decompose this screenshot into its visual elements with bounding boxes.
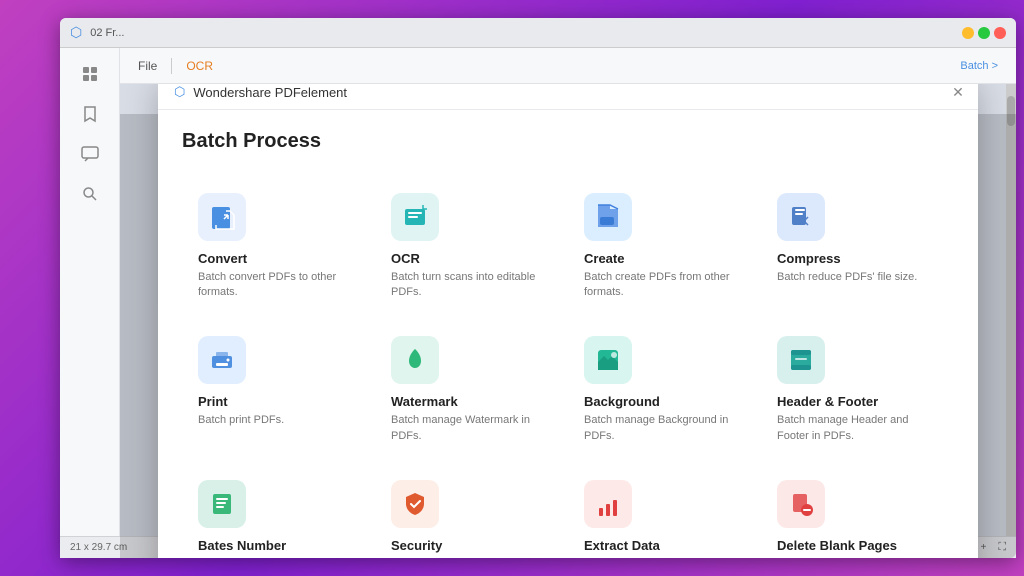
batch-icon-security xyxy=(391,480,439,528)
topbar-divider xyxy=(171,58,172,74)
batch-icon-watermark xyxy=(391,336,439,384)
sidebar xyxy=(60,48,120,558)
outer-window: ⬡ 02 Fr... xyxy=(60,18,1016,558)
batch-desc-delete-blank: Batch delete blank pages in PDFs. xyxy=(777,557,938,558)
dialog-app-icon: ⬡ xyxy=(174,84,185,100)
dialog-body: Batch Process Convert Batch convert PDFs… xyxy=(158,110,978,558)
batch-icon-extract-data xyxy=(584,480,632,528)
batch-desc-extract-data: Batch extract data from PDFs. xyxy=(584,557,745,558)
batch-process-dialog: ⬡ Wondershare PDFelement ✕ Batch Process xyxy=(158,84,978,558)
batch-title-delete-blank: Delete Blank Pages xyxy=(777,538,938,553)
batch-item-header-footer[interactable]: Header & Footer Batch manage Header and … xyxy=(761,320,954,464)
batch-icon-delete-blank xyxy=(777,480,825,528)
batch-icon-ocr xyxy=(391,193,439,241)
batch-desc-compress: Batch reduce PDFs' file size. xyxy=(777,270,938,285)
dialog-title: Wondershare PDFelement xyxy=(193,85,347,100)
sidebar-item-bookmark[interactable] xyxy=(72,96,108,132)
batch-desc-bates-number: Batch manage Bates Number in PDFs. xyxy=(198,557,359,558)
dialog-titlebar: ⬡ Wondershare PDFelement ✕ xyxy=(158,84,978,110)
maximize-button[interactable] xyxy=(978,27,990,39)
batch-item-background[interactable]: Background Batch manage Background in PD… xyxy=(568,320,761,464)
batch-desc-print: Batch print PDFs. xyxy=(198,413,359,428)
batch-icon-create xyxy=(584,193,632,241)
batch-desc-ocr: Batch turn scans into editable PDFs. xyxy=(391,270,552,301)
batch-desc-security: Batch add the security policy in PDFs. xyxy=(391,557,552,558)
batch-desc-watermark: Batch manage Watermark in PDFs. xyxy=(391,413,552,444)
outer-window-title: 02 Fr... xyxy=(90,27,962,39)
window-controls xyxy=(962,27,1006,39)
close-button[interactable] xyxy=(994,27,1006,39)
batch-icon-compress xyxy=(777,193,825,241)
batch-item-print[interactable]: Print Batch print PDFs. xyxy=(182,320,375,464)
dialog-heading: Batch Process xyxy=(182,130,954,153)
batch-icon-header-footer xyxy=(777,336,825,384)
batch-item-security[interactable]: Security Batch add the security policy i… xyxy=(375,464,568,558)
sidebar-item-pages[interactable] xyxy=(72,56,108,92)
topbar: File OCR Batch > xyxy=(120,48,1016,84)
minimize-button[interactable] xyxy=(962,27,974,39)
batch-title-background: Background xyxy=(584,394,745,409)
document-area: ⬡ Wondershare PDFelement ✕ Batch Process xyxy=(120,84,1016,558)
batch-item-compress[interactable]: Compress Batch reduce PDFs' file size. xyxy=(761,177,954,321)
batch-grid: Convert Batch convert PDFs to other form… xyxy=(182,177,954,558)
batch-item-bates-number[interactable]: Bates Number Batch manage Bates Number i… xyxy=(182,464,375,558)
batch-title-watermark: Watermark xyxy=(391,394,552,409)
batch-item-watermark[interactable]: Watermark Batch manage Watermark in PDFs… xyxy=(375,320,568,464)
batch-title-convert: Convert xyxy=(198,251,359,266)
batch-desc-header-footer: Batch manage Header and Footer in PDFs. xyxy=(777,413,938,444)
batch-title-create: Create xyxy=(584,251,745,266)
sidebar-item-comment[interactable] xyxy=(72,136,108,172)
ocr-button[interactable]: OCR xyxy=(180,57,219,75)
batch-item-extract-data[interactable]: Extract Data Batch extract data from PDF… xyxy=(568,464,761,558)
outer-titlebar: ⬡ 02 Fr... xyxy=(60,18,1016,48)
batch-item-convert[interactable]: Convert Batch convert PDFs to other form… xyxy=(182,177,375,321)
sidebar-item-search[interactable] xyxy=(72,176,108,212)
batch-title-security: Security xyxy=(391,538,552,553)
batch-item-delete-blank[interactable]: Delete Blank Pages Batch delete blank pa… xyxy=(761,464,954,558)
page-size: 21 x 29.7 cm xyxy=(70,542,127,553)
modal-overlay: ⬡ Wondershare PDFelement ✕ Batch Process xyxy=(120,114,1016,558)
batch-button[interactable]: Batch > xyxy=(954,58,1004,74)
batch-icon-print xyxy=(198,336,246,384)
batch-title-ocr: OCR xyxy=(391,251,552,266)
batch-item-create[interactable]: Create Batch create PDFs from other form… xyxy=(568,177,761,321)
batch-item-ocr[interactable]: OCR Batch turn scans into editable PDFs. xyxy=(375,177,568,321)
batch-icon-convert xyxy=(198,193,246,241)
batch-title-bates-number: Bates Number xyxy=(198,538,359,553)
dialog-close-button[interactable]: ✕ xyxy=(948,84,968,102)
content-area: File OCR Batch > ⬡ Wondershare xyxy=(120,48,1016,558)
batch-title-print: Print xyxy=(198,394,359,409)
batch-title-extract-data: Extract Data xyxy=(584,538,745,553)
batch-desc-create: Batch create PDFs from other formats. xyxy=(584,270,745,301)
batch-desc-convert: Batch convert PDFs to other formats. xyxy=(198,270,359,301)
file-menu[interactable]: File xyxy=(132,57,163,75)
batch-title-compress: Compress xyxy=(777,251,938,266)
batch-icon-bates-number xyxy=(198,480,246,528)
batch-title-header-footer: Header & Footer xyxy=(777,394,938,409)
batch-desc-background: Batch manage Background in PDFs. xyxy=(584,413,745,444)
app-area: File OCR Batch > ⬡ Wondershare xyxy=(60,48,1016,558)
batch-icon-background xyxy=(584,336,632,384)
app-icon: ⬡ xyxy=(70,24,82,41)
